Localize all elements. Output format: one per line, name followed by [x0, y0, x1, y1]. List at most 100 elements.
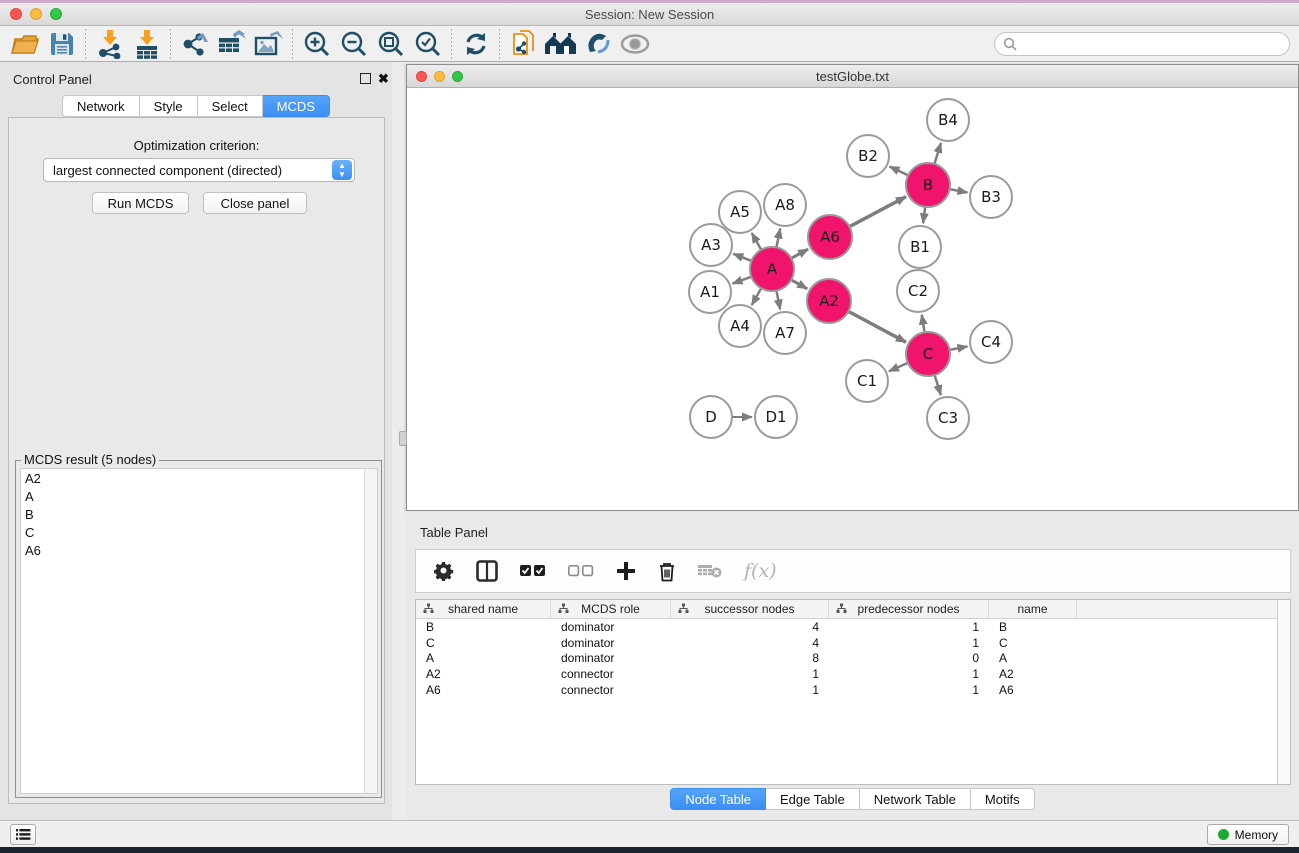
graph-node-A4[interactable]: A4: [719, 305, 761, 347]
table-row[interactable]: Cdominator41C: [416, 635, 1290, 651]
graph-node-A5[interactable]: A5: [719, 191, 761, 233]
save-session-icon[interactable]: [43, 28, 80, 60]
tab-motifs[interactable]: Motifs: [971, 788, 1035, 810]
column-header-MCDS role[interactable]: MCDS role: [551, 600, 671, 618]
duplicate-network-icon[interactable]: [505, 28, 542, 60]
optimization-criterion-select[interactable]: largest connected component (directed) ▲…: [43, 158, 355, 182]
edge-A-A8[interactable]: [776, 229, 780, 248]
show-all-networks-icon[interactable]: [542, 28, 579, 60]
hidden-panels-button[interactable]: [10, 824, 36, 845]
split-columns-icon[interactable]: [476, 560, 498, 582]
graph-node-C[interactable]: C: [906, 332, 950, 376]
tab-edge-table[interactable]: Edge Table: [766, 788, 860, 810]
edge-A2-C[interactable]: [848, 311, 906, 342]
column-header-name[interactable]: name: [989, 600, 1077, 618]
zoom-out-icon[interactable]: [335, 28, 372, 60]
memory-button[interactable]: Memory: [1207, 824, 1289, 845]
zoom-fit-icon[interactable]: [372, 28, 409, 60]
graph-node-A7[interactable]: A7: [764, 312, 806, 354]
table-row[interactable]: A2connector11A2: [416, 666, 1290, 682]
mcds-result-item[interactable]: A: [21, 487, 377, 505]
mcds-result-item[interactable]: B: [21, 505, 377, 523]
graph-node-B1[interactable]: B1: [899, 226, 941, 268]
edge-A-A1[interactable]: [733, 277, 752, 284]
import-network-icon[interactable]: [91, 28, 128, 60]
toggle-view-icon[interactable]: [616, 28, 653, 60]
edge-C-C2[interactable]: [922, 315, 925, 333]
run-mcds-button[interactable]: Run MCDS: [92, 192, 189, 214]
tab-mcds[interactable]: MCDS: [263, 95, 330, 117]
mcds-result-item[interactable]: A6: [21, 541, 377, 559]
close-panel-button[interactable]: Close panel: [203, 192, 307, 214]
edge-C-C4[interactable]: [950, 346, 968, 349]
edge-C-C3[interactable]: [935, 375, 941, 395]
graph-node-C3[interactable]: C3: [927, 397, 969, 439]
network-window-titlebar[interactable]: testGlobe.txt: [407, 65, 1298, 88]
graph-node-B2[interactable]: B2: [847, 135, 889, 177]
graph-node-D1[interactable]: D1: [755, 396, 797, 438]
table-scrollbar[interactable]: [1277, 600, 1290, 784]
graph-node-A2[interactable]: A2: [807, 279, 851, 323]
graph-node-C4[interactable]: C4: [970, 321, 1012, 363]
tab-network-table[interactable]: Network Table: [860, 788, 971, 810]
graph-node-D[interactable]: D: [690, 396, 732, 438]
edge-B-B1[interactable]: [923, 207, 925, 223]
refresh-icon[interactable]: [457, 28, 494, 60]
node-attribute-table[interactable]: shared nameMCDS rolesuccessor nodesprede…: [415, 599, 1291, 785]
edge-A-A7[interactable]: [776, 291, 780, 310]
edge-A-A5[interactable]: [752, 233, 761, 250]
graph-node-B[interactable]: B: [906, 163, 950, 207]
edge-B-B4[interactable]: [934, 143, 940, 164]
export-network-icon[interactable]: [176, 28, 213, 60]
column-header-shared name[interactable]: shared name: [416, 600, 551, 618]
graph-node-A1[interactable]: A1: [689, 271, 731, 313]
zoom-selected-icon[interactable]: [409, 28, 446, 60]
import-table-icon[interactable]: [128, 28, 165, 60]
table-header-row[interactable]: shared nameMCDS rolesuccessor nodesprede…: [416, 600, 1290, 619]
delete-table-icon[interactable]: [698, 563, 722, 579]
gear-icon[interactable]: [434, 561, 454, 581]
graph-node-C1[interactable]: C1: [846, 360, 888, 402]
table-row[interactable]: Bdominator41B: [416, 619, 1290, 635]
search-input[interactable]: [1017, 37, 1289, 51]
export-table-icon[interactable]: [213, 28, 250, 60]
toggle-birdseye-icon[interactable]: [579, 28, 616, 60]
edge-B-B2[interactable]: [890, 166, 909, 175]
open-file-icon[interactable]: [6, 28, 43, 60]
graph-node-B4[interactable]: B4: [927, 99, 969, 141]
network-graph-canvas[interactable]: B4B2BB3A5A8A6A3B1AA1C2A2A4A7C4CC1C3DD1: [407, 88, 1298, 510]
tab-node-table[interactable]: Node Table: [670, 788, 766, 810]
delete-column-icon[interactable]: [658, 561, 676, 582]
function-builder-icon[interactable]: f(x): [744, 560, 777, 582]
select-all-columns-icon[interactable]: [520, 565, 546, 577]
vertical-split-handle[interactable]: [399, 431, 407, 446]
table-row[interactable]: A6connector11A6: [416, 682, 1290, 698]
edge-B-B3[interactable]: [950, 189, 968, 192]
close-panel-icon[interactable]: ✖: [378, 71, 389, 87]
edge-A-A6[interactable]: [791, 249, 808, 258]
tab-style[interactable]: Style: [140, 95, 198, 117]
tab-network[interactable]: Network: [62, 95, 140, 117]
float-panel-icon[interactable]: [360, 73, 371, 84]
column-header-predecessor nodes[interactable]: predecessor nodes: [829, 600, 989, 618]
table-row[interactable]: Adominator80A: [416, 651, 1290, 667]
edge-A-A2[interactable]: [791, 280, 807, 289]
search-box[interactable]: [994, 32, 1290, 56]
tab-select[interactable]: Select: [198, 95, 263, 117]
graph-node-C2[interactable]: C2: [897, 270, 939, 312]
mcds-result-list[interactable]: A2ABCA6: [20, 468, 378, 794]
unselect-all-columns-icon[interactable]: [568, 565, 594, 577]
mcds-result-item[interactable]: C: [21, 523, 377, 541]
edge-A-A3[interactable]: [733, 254, 751, 261]
graph-node-A[interactable]: A: [750, 247, 794, 291]
export-image-icon[interactable]: [250, 28, 287, 60]
graph-node-A6[interactable]: A6: [808, 215, 852, 259]
mcds-result-item[interactable]: A2: [21, 469, 377, 487]
graph-node-A8[interactable]: A8: [764, 184, 806, 226]
zoom-in-icon[interactable]: [298, 28, 335, 60]
edge-C-C1[interactable]: [889, 363, 908, 371]
add-column-icon[interactable]: [616, 561, 636, 581]
mcds-list-scrollbar[interactable]: [364, 469, 377, 793]
column-header-successor nodes[interactable]: successor nodes: [671, 600, 829, 618]
edge-A6-B[interactable]: [849, 197, 905, 227]
